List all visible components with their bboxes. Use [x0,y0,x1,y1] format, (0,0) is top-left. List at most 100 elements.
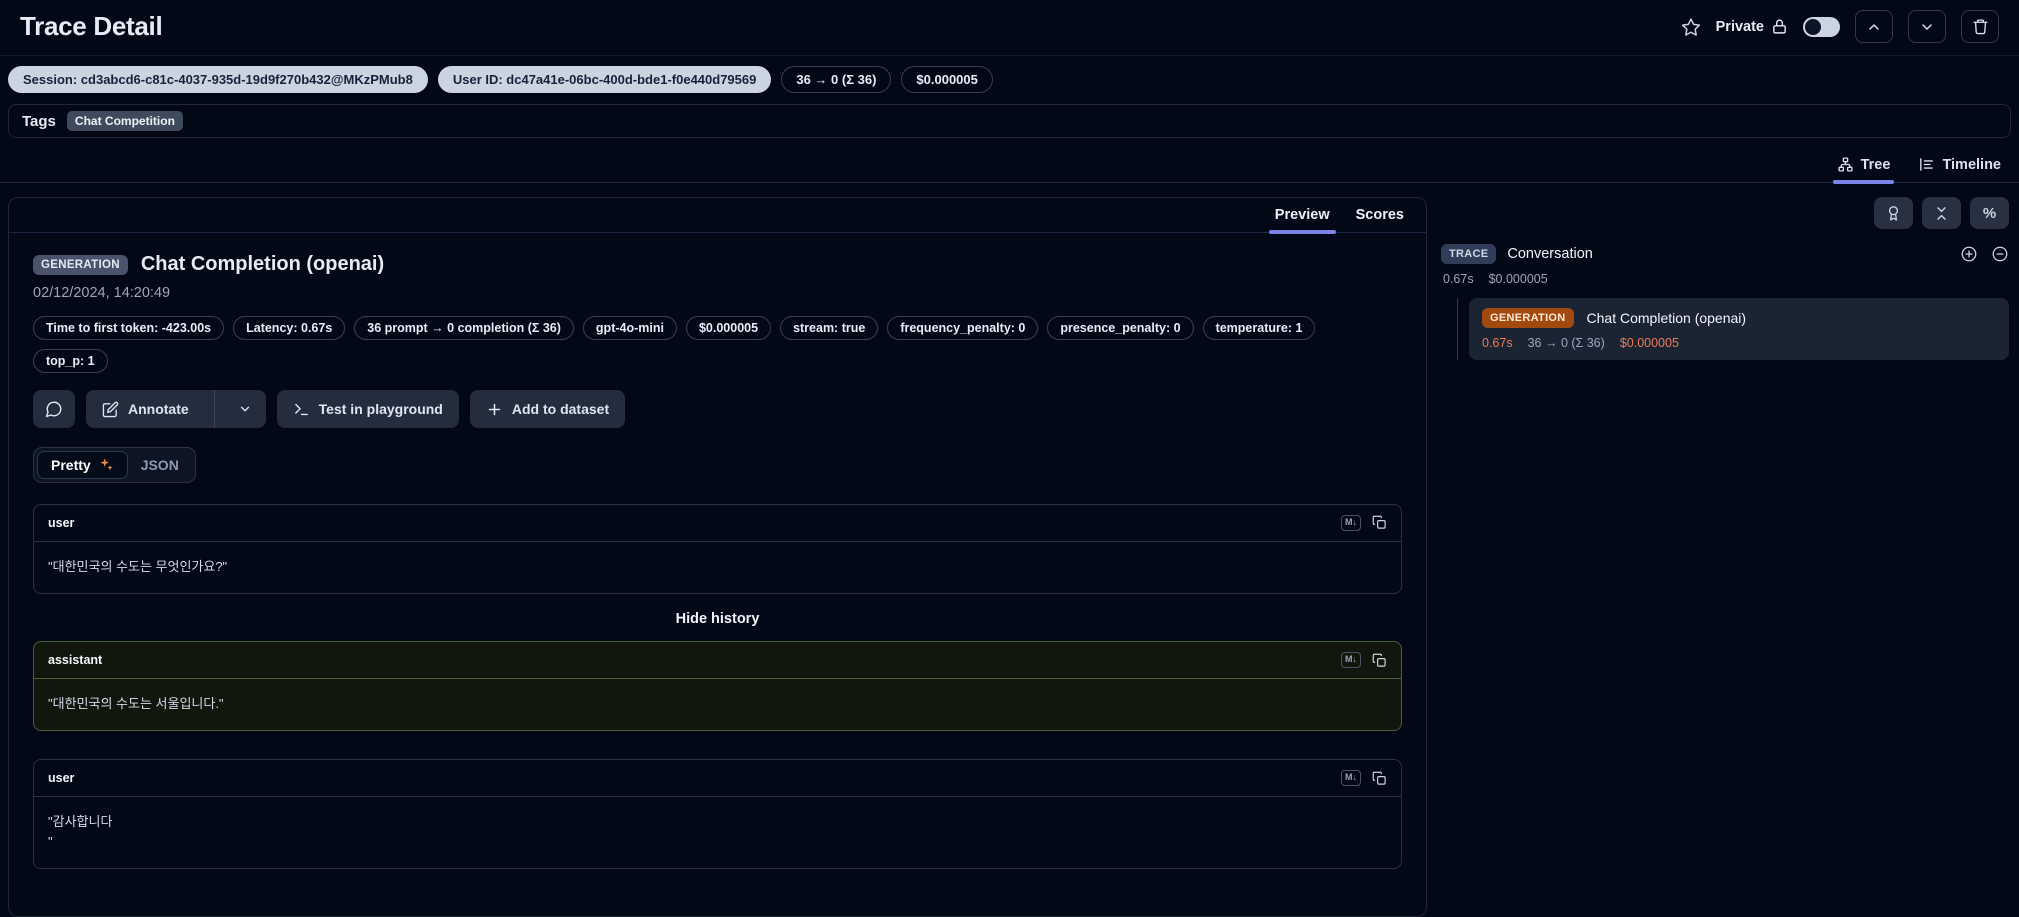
collapse-all-button[interactable] [1922,197,1961,229]
trace-metrics: 0.67s $0.000005 [1441,264,2009,298]
trace-tree-panel: % TRACE Conversation 0.67s $0.000005 GEN… [1441,197,2011,360]
markdown-toggle-icon[interactable]: M↓ [1341,515,1361,531]
percent-icon: % [1982,204,1997,222]
privacy-label-group: Private [1716,18,1788,35]
tree-icon [1838,157,1853,172]
pill-frequency-penalty: frequency_penalty: 0 [887,316,1039,340]
lock-icon [1771,18,1788,35]
trace-root-row[interactable]: TRACE Conversation [1441,244,2009,264]
chevron-down-icon [1922,23,1932,30]
markdown-toggle-icon[interactable]: M↓ [1341,770,1361,787]
terminal-icon [294,403,308,415]
tab-timeline[interactable]: Timeline [1918,156,2001,182]
message-content: "감사합니다 " [48,814,113,849]
copy-icon[interactable] [1372,771,1387,786]
expand-all-icon[interactable] [1960,245,1978,263]
pill-model: gpt-4o-mini [582,316,677,340]
hide-history-button[interactable]: Hide history [33,594,1402,641]
message-content: "대한민국의 수도는 무엇인가요?" [48,558,228,574]
main-area: Preview Scores GENERATION Chat Completio… [0,183,2019,917]
message-user-2: user M↓ "감사합니다 " [33,759,1402,870]
trash-icon [1972,19,1988,35]
page-header: Trace Detail Private [0,0,2019,56]
annotate-dropdown-button[interactable] [224,390,266,428]
generation-node-title: Chat Completion (openai) [1586,310,1747,326]
panel-tabs: Preview Scores [9,198,1426,234]
message-content: "대한민국의 수도는 서울입니다." [48,695,224,711]
toggle-metrics-button[interactable]: % [1970,197,2009,229]
annotate-button-group: Annotate [86,390,266,428]
dataset-label: Add to dataset [511,401,610,417]
tab-scores[interactable]: Scores [1356,207,1404,232]
fold-vertical-icon [1937,206,1946,220]
tags-container: Tags Chat Competition [8,104,2011,138]
add-to-dataset-button[interactable]: Add to dataset [469,390,626,428]
annotate-button[interactable]: Annotate [86,390,205,428]
page-title: Trace Detail [20,11,163,41]
award-icon [1888,205,1899,221]
session-badge[interactable]: Session: cd3abcd6-c81c-4037-935d-19d9f27… [8,66,428,93]
tab-json[interactable]: JSON [128,452,192,478]
tree-toolbar: % [1441,197,2009,244]
pill-top-p: top_p: 1 [33,349,108,373]
chevron-up-icon [1869,23,1879,30]
plus-icon [488,403,501,415]
tags-label: Tags [22,112,56,130]
collapse-node-icon[interactable] [1991,245,2009,263]
observation-header: GENERATION Chat Completion (openai) 02/1… [9,233,1426,301]
message-assistant: assistant M↓ "대한민국의 수도는 서울입니다." [33,641,1402,732]
scores-award-button[interactable] [1874,197,1913,229]
toggle-knob [1805,18,1821,35]
pill-cost: $0.000005 [685,316,772,340]
trace-badges-row: Session: cd3abcd6-c81c-4037-935d-19d9f27… [0,56,2019,102]
tab-preview[interactable]: Preview [1268,207,1336,234]
annotate-label: Annotate [128,401,189,417]
next-observation-button[interactable] [1908,10,1946,43]
token-usage-badge: 36 → 0 (Σ 36) [781,66,892,93]
trace-cost: $0.000005 [1488,272,1548,286]
copy-icon[interactable] [1372,653,1387,668]
observation-timestamp: 02/12/2024, 14:20:49 [33,285,171,301]
tree-children: GENERATION Chat Completion (openai) 0.67… [1457,298,2009,360]
format-toggle: Pretty JSON [33,447,196,483]
tab-tree[interactable]: Tree [1832,156,1895,184]
prev-observation-button[interactable] [1855,10,1893,43]
user-id-badge[interactable]: User ID: dc47a41e-06bc-400d-bde1-f0e440d… [437,66,772,93]
header-actions: Private [1681,10,1999,43]
public-toggle[interactable] [1803,16,1840,37]
tab-pretty[interactable]: Pretty [37,451,128,479]
comment-icon [45,401,62,418]
observation-title: Chat Completion (openai) [140,253,385,275]
pill-latency: Latency: 0.67s [233,316,346,340]
action-buttons: Annotate Test in playground Add to datas… [9,373,1426,428]
trace-type-badge: TRACE [1441,244,1497,264]
tab-tree-label: Tree [1860,156,1891,173]
trace-latency: 0.67s [1443,272,1474,286]
message-user-1: user M↓ "대한민국의 수도는 무엇인가요?" [33,504,1402,595]
sparkles-icon [100,458,113,471]
star-icon[interactable] [1681,17,1701,37]
test-in-playground-button[interactable]: Test in playground [276,390,459,428]
messages-list: user M↓ "대한민국의 수도는 무엇인가요?" Hide history … [33,504,1402,870]
tag-chat-competition[interactable]: Chat Competition [66,111,183,131]
pill-stream: stream: true [780,316,879,340]
copy-icon[interactable] [1372,515,1387,530]
message-role: user [48,515,75,530]
observation-panel: Preview Scores GENERATION Chat Completio… [8,197,1427,917]
pill-temperature: temperature: 1 [1202,316,1316,340]
markdown-toggle-icon[interactable]: M↓ [1341,652,1361,668]
pill-time-to-first-token: Time to first token: -423.00s [33,316,225,340]
node-cost: $0.000005 [1619,336,1679,350]
tab-timeline-label: Timeline [1942,156,2001,173]
pen-square-icon [102,401,119,417]
delete-trace-button[interactable] [1961,10,1999,43]
privacy-label: Private [1715,18,1764,35]
comments-button[interactable] [33,390,75,428]
node-latency: 0.67s [1482,336,1513,350]
metric-pills: Time to first token: -423.00s Latency: 0… [9,301,1409,373]
trace-title: Conversation [1507,246,1593,262]
button-divider [213,390,215,428]
generation-node-metrics: 0.67s 36 → 0 (Σ 36) $0.000005 [1482,336,1996,350]
generation-node-selected[interactable]: GENERATION Chat Completion (openai) 0.67… [1469,298,2009,360]
pill-token-usage: 36 prompt → 0 completion (Σ 36) [354,316,574,340]
